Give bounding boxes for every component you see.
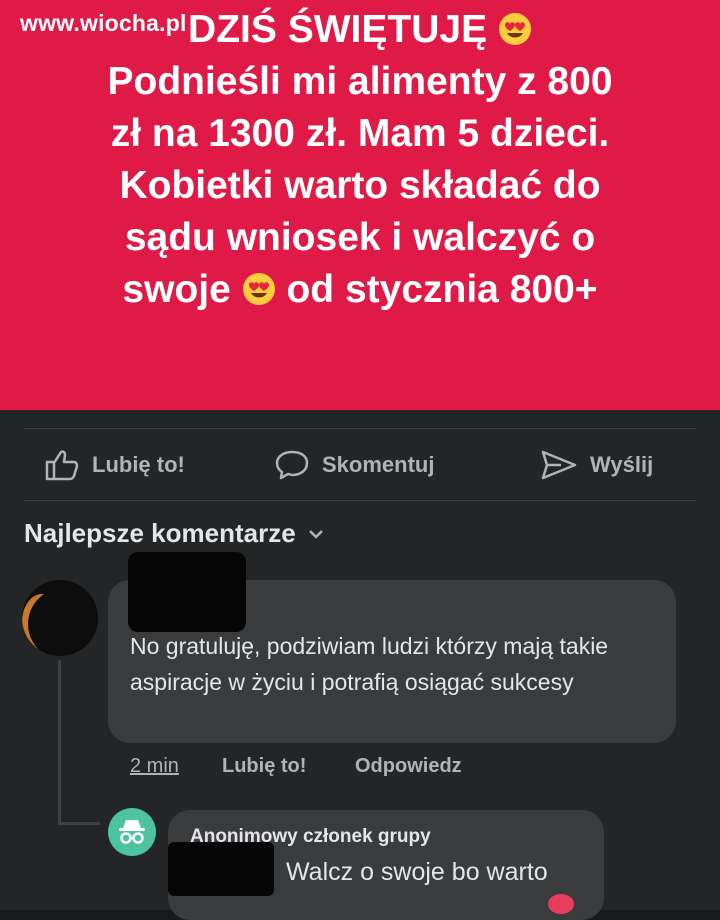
chevron-down-icon bbox=[308, 529, 323, 539]
thread-line-branch bbox=[58, 822, 100, 825]
comment-text: No gratuluję, podziwiam ludzi którzy maj… bbox=[130, 633, 609, 695]
send-button[interactable]: Wyślij bbox=[540, 448, 653, 482]
post-text: DZIŚ ŚWIĘTUJĘ Podnieśli mi alimenty z 80… bbox=[0, 4, 720, 316]
comments-sort-label: Najlepsze komentarze bbox=[24, 518, 296, 548]
heart-eyes-emoji-icon bbox=[498, 13, 531, 45]
comment-like-button[interactable]: Lubię to! bbox=[222, 755, 306, 778]
post-line-4: Kobietki warto składać do bbox=[119, 164, 601, 207]
divider-top bbox=[24, 428, 696, 429]
anonymous-avatar[interactable] bbox=[108, 808, 156, 856]
redacted-author-name bbox=[128, 552, 246, 632]
post-line-6: swoje od stycznia 800+ bbox=[122, 268, 598, 311]
comment-bubble-icon bbox=[275, 450, 309, 480]
post-line-5: sądu wniosek i walczyć o bbox=[124, 216, 596, 259]
like-button[interactable]: Lubię to! bbox=[44, 448, 185, 482]
like-label: Lubię to! bbox=[92, 452, 185, 477]
heart-reaction-icon[interactable] bbox=[548, 894, 574, 914]
post-line-2: Podnieśli mi alimenty z 800 bbox=[107, 60, 613, 103]
comment-timestamp[interactable]: 2 min bbox=[130, 755, 179, 778]
comment-label: Skomentuj bbox=[322, 452, 435, 477]
comment-button[interactable]: Skomentuj bbox=[274, 448, 434, 482]
reply-text: Walcz o swoje bo warto bbox=[286, 858, 548, 886]
send-arrow-icon bbox=[541, 450, 577, 480]
incognito-icon bbox=[119, 820, 145, 844]
thumbs-up-icon bbox=[45, 450, 79, 481]
comments-sort-dropdown[interactable]: Najlepsze komentarze bbox=[24, 518, 324, 549]
heart-eyes-emoji-icon bbox=[242, 273, 275, 305]
send-label: Wyślij bbox=[590, 452, 654, 477]
post-banner: DZIŚ ŚWIĘTUJĘ Podnieśli mi alimenty z 80… bbox=[0, 0, 720, 410]
post-line-3: zł na 1300 zł. Mam 5 dzieci. bbox=[110, 112, 610, 155]
watermark: www.wiocha.pl bbox=[20, 10, 187, 36]
thread-line bbox=[58, 660, 61, 825]
divider-bottom bbox=[24, 500, 696, 501]
redacted-block bbox=[168, 842, 274, 896]
comment-reply-button[interactable]: Odpowiedz bbox=[355, 755, 462, 778]
avatar[interactable] bbox=[22, 580, 98, 656]
